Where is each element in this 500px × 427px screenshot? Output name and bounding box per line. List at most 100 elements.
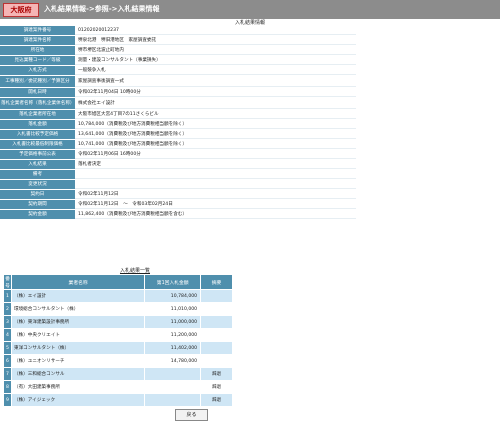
detail-label: 調達案件名称 bbox=[0, 36, 75, 45]
detail-row: 入札結果 落札者決定 bbox=[0, 160, 356, 170]
detail-row: 入札書比較最低制限価格 10,741,000（消費税及び地方消費税相当額を除く） bbox=[0, 140, 356, 150]
bid-amount: 11,200,000 bbox=[144, 328, 202, 342]
results-row: 3 （株）東洋建築設計事務所 11,000,000 bbox=[3, 315, 233, 329]
bid-amount: 14,780,000 bbox=[144, 354, 202, 368]
results-row: 1 （株）エイ設計 10,784,000 bbox=[3, 289, 233, 303]
remark: 辞退 bbox=[200, 393, 233, 407]
page-title: 入札結果情報->参照->入札結果情報 bbox=[44, 5, 160, 13]
detail-row: 契約日 令和02年11月12日 bbox=[0, 190, 356, 200]
remark bbox=[200, 341, 233, 355]
detail-row: 契約期間 令和02年11月12日 ～ 令和03年02月24日 bbox=[0, 200, 356, 210]
detail-row: 工事種別／委託種別／予算区分 家屋調査事後調査一式 bbox=[0, 76, 356, 88]
detail-value: 一般競争入札 bbox=[75, 66, 356, 75]
results-header-row: 番号 業者名称 第1回入札金額 摘要 bbox=[3, 274, 233, 290]
results-row: 5 東洋コンサルタント（株） 11,402,000 bbox=[3, 341, 233, 355]
detail-label: 所在地 bbox=[0, 46, 75, 55]
detail-value bbox=[75, 180, 356, 189]
detail-label: 契約期間 bbox=[0, 200, 75, 209]
row-number: 7 bbox=[3, 367, 12, 381]
bid-amount: 11,010,000 bbox=[144, 302, 202, 316]
detail-label: 落札企業者所在地 bbox=[0, 110, 75, 119]
detail-value bbox=[75, 170, 356, 179]
bid-amount: 11,402,000 bbox=[144, 341, 202, 355]
remark bbox=[200, 302, 233, 316]
results-caption: 入札結果一覧 bbox=[119, 268, 150, 274]
detail-label: 変更状況 bbox=[0, 180, 75, 189]
detail-label: 入札書比較予定価格 bbox=[0, 130, 75, 139]
prefecture-badge: 大阪府 bbox=[3, 3, 39, 17]
detail-label: 入札方式 bbox=[0, 66, 75, 75]
detail-row: 備考 bbox=[0, 170, 356, 180]
detail-label: 調達案件番号 bbox=[0, 26, 75, 35]
results-row: 9 （株）アイジェック 辞退 bbox=[3, 393, 233, 407]
company-name: （株）エイ設計 bbox=[10, 289, 146, 303]
detail-row: 変更状況 bbox=[0, 180, 356, 190]
detail-value: 10,741,000（消費税及び地方消費税相当額を除く） bbox=[75, 140, 356, 149]
results-table: 番号 業者名称 第1回入札金額 摘要 1 （株）エイ設計 10,784,000 2 環境… bbox=[3, 274, 233, 407]
company-name: （株）東洋建築設計事務所 bbox=[10, 315, 146, 329]
remark bbox=[200, 354, 233, 368]
detail-value: 令和02年11月12日 ～ 令和03年02月24日 bbox=[75, 200, 356, 209]
detail-value: 13,641,000（消費税及び地方消費税相当額を除く） bbox=[75, 130, 356, 139]
row-number: 8 bbox=[3, 380, 12, 394]
detail-label: 入札結果 bbox=[0, 160, 75, 169]
results-row: 7 （株）三和総合コンサル 辞退 bbox=[3, 367, 233, 381]
row-number: 9 bbox=[3, 393, 12, 407]
row-number: 6 bbox=[3, 354, 12, 368]
bid-amount bbox=[144, 380, 202, 394]
results-row: 8 （有）大田建築事務所 辞退 bbox=[3, 380, 233, 394]
detail-row: 落札企業者名称（落札企業体名称） 株式会社エイ設計 bbox=[0, 98, 356, 110]
detail-row: 調達案件番号 01202020012237 bbox=[0, 26, 356, 36]
detail-label: 契約日 bbox=[0, 190, 75, 199]
back-button[interactable]: 戻る bbox=[175, 409, 208, 421]
detail-value: 落札者決定 bbox=[75, 160, 356, 169]
detail-value: 01202020012237 bbox=[75, 26, 356, 35]
detail-value: 令和02年11月06日 16時00分 bbox=[75, 150, 356, 159]
detail-row: 所在地 堺市堺区北波止町地内 bbox=[0, 46, 356, 56]
header-bar: 大阪府 入札結果情報->参照->入札結果情報 bbox=[0, 0, 500, 19]
detail-value: 令和02年11月12日 bbox=[75, 190, 356, 199]
detail-row: 落札金額 10,784,000（消費税及び地方消費税相当額を除く） bbox=[0, 120, 356, 130]
company-name: （株）中央クリエイト bbox=[10, 328, 146, 342]
company-name: 環境総合コンサルタント（株） bbox=[10, 302, 146, 316]
detail-table: 調達案件番号 01202020012237 調達案件名称 堺泉北港 堺旧港地区 家屋調… bbox=[0, 26, 356, 220]
bid-amount: 11,000,000 bbox=[144, 315, 202, 329]
company-name: （株）三和総合コンサル bbox=[10, 367, 146, 381]
detail-row: 落札企業者所在地 大阪市旭区大宮4丁目7の11さくらビル bbox=[0, 110, 356, 120]
header-no: 番号 bbox=[3, 274, 12, 290]
header-company-name: 業者名称 bbox=[10, 274, 146, 290]
detail-row: 契約金額 11,862,400（消費税及び地方消費税相当額を含む） bbox=[0, 210, 356, 220]
detail-row: 調達案件名称 堺泉北港 堺旧港地区 家屋調査委託 bbox=[0, 36, 356, 46]
detail-value: 家屋調査事後調査一式 bbox=[75, 76, 356, 87]
detail-value: 令和02年11月04日 10時00分 bbox=[75, 88, 356, 97]
bid-amount bbox=[144, 393, 202, 407]
detail-value: 大阪市旭区大宮4丁目7の11さくらビル bbox=[75, 110, 356, 119]
row-number: 2 bbox=[3, 302, 12, 316]
header-remark: 摘要 bbox=[200, 274, 233, 290]
row-number: 5 bbox=[3, 341, 12, 355]
detail-row: 開札日時 令和02年11月04日 10時00分 bbox=[0, 88, 356, 98]
remark bbox=[200, 289, 233, 303]
detail-row: 予定価格事前公表 令和02年11月06日 16時00分 bbox=[0, 150, 356, 160]
detail-value: 堺市堺区北波止町地内 bbox=[75, 46, 356, 55]
results-row: 2 環境総合コンサルタント（株） 11,010,000 bbox=[3, 302, 233, 316]
company-name: （有）大田建築事務所 bbox=[10, 380, 146, 394]
row-number: 3 bbox=[3, 315, 12, 329]
remark bbox=[200, 315, 233, 329]
detail-value: 測量・建設コンサルタント（事業損失） bbox=[75, 56, 356, 65]
detail-label: 予定価格事前公表 bbox=[0, 150, 75, 159]
detail-label: 工事種別／委託種別／予算区分 bbox=[0, 76, 75, 87]
row-number: 4 bbox=[3, 328, 12, 342]
results-row: 6 （株）ユニオンリサーチ 14,780,000 bbox=[3, 354, 233, 368]
company-name: （株）ユニオンリサーチ bbox=[10, 354, 146, 368]
remark: 辞退 bbox=[200, 367, 233, 381]
detail-label: 落札企業者名称（落札企業体名称） bbox=[0, 98, 75, 109]
results-row: 4 （株）中央クリエイト 11,200,000 bbox=[3, 328, 233, 342]
company-name: 東洋コンサルタント（株） bbox=[10, 341, 146, 355]
detail-value: 堺泉北港 堺旧港地区 家屋調査委託 bbox=[75, 36, 356, 45]
detail-value: 株式会社エイ設計 bbox=[75, 98, 356, 109]
bid-amount: 10,784,000 bbox=[144, 289, 202, 303]
company-name: （株）アイジェック bbox=[10, 393, 146, 407]
bid-amount bbox=[144, 367, 202, 381]
detail-row: 入札方式 一般競争入札 bbox=[0, 66, 356, 76]
